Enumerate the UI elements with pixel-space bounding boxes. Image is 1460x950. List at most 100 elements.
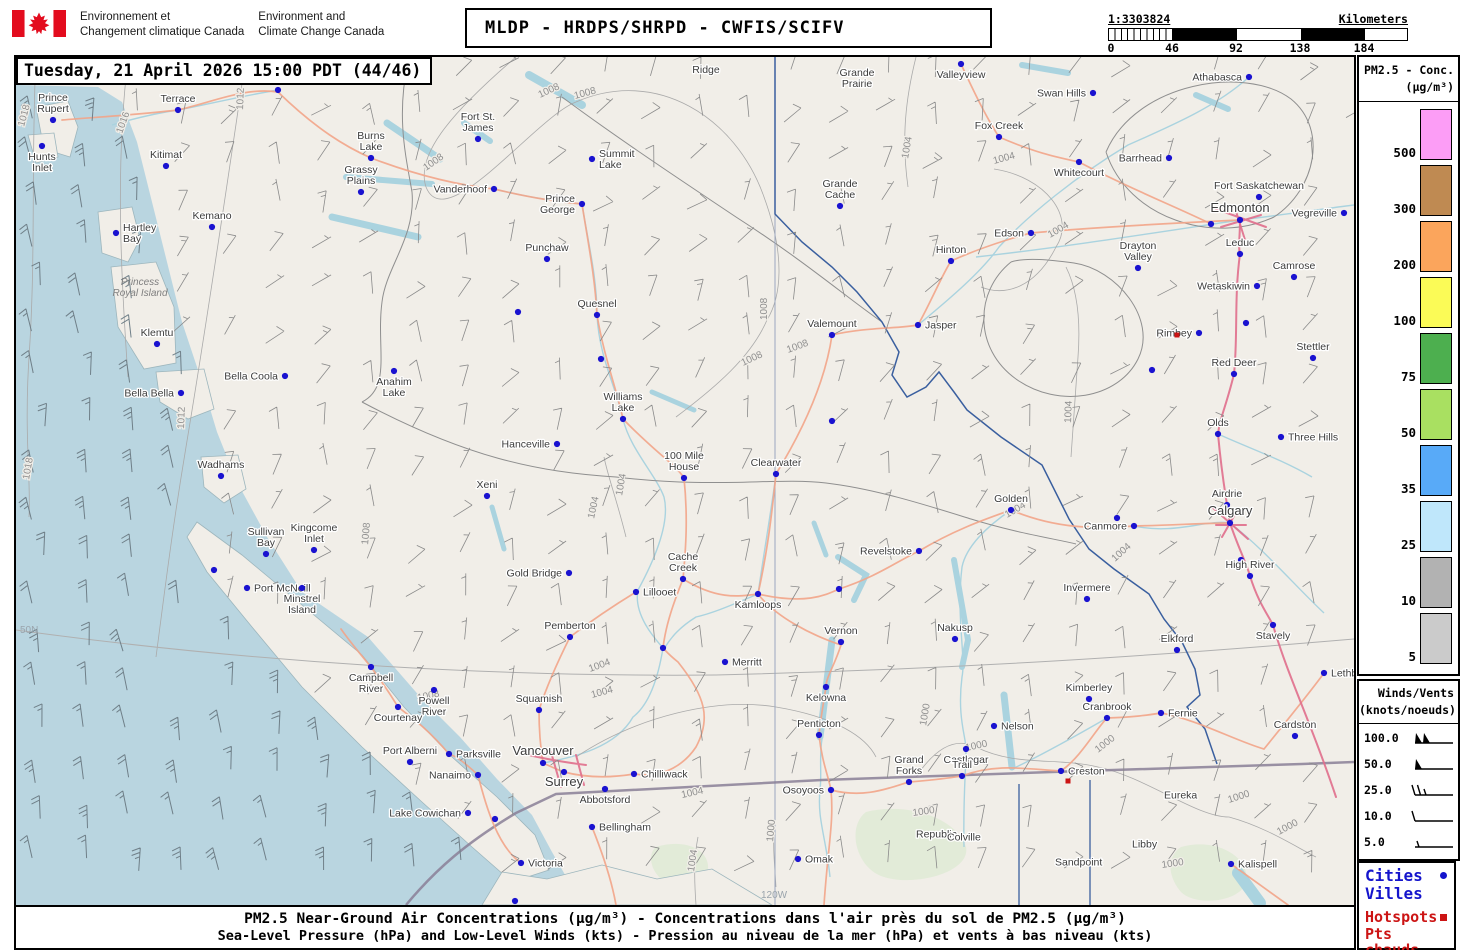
city-marker: [679, 575, 687, 583]
city-label: Bella Bella: [124, 388, 174, 400]
city-label: Chilliwack: [641, 769, 688, 781]
pm25-level-value: 75: [1400, 368, 1416, 384]
scale-unit: Kilometers: [1338, 12, 1408, 26]
pm25-color-swatch: [1420, 556, 1452, 608]
city-marker: [1134, 264, 1142, 272]
city-marker: [390, 367, 398, 375]
pm25-level-value: 5: [1408, 648, 1416, 664]
wind-speed-row: 10.0: [1359, 804, 1458, 828]
city-marker: [828, 331, 836, 339]
city-marker: [539, 759, 547, 767]
isobar-value: 1008: [360, 522, 373, 546]
city-label: Merritt: [732, 657, 762, 669]
city-marker: [445, 750, 453, 758]
city-label: Bellingham: [599, 822, 651, 834]
city-label: Athabasca: [1192, 72, 1242, 84]
city-label: Nanaimo: [429, 770, 471, 782]
city-label: Quesnel: [577, 298, 616, 310]
pm25-level-row: 500: [1359, 108, 1452, 160]
city-label: Punchaw: [525, 242, 569, 254]
city-label: Grande Prairie: [839, 67, 874, 90]
city-marker: [474, 135, 482, 143]
wind-barb-icon: [1415, 840, 1453, 848]
cities-label-en: Cities: [1365, 866, 1423, 885]
svg-text:50N: 50N: [20, 625, 38, 636]
city-marker: [566, 633, 574, 641]
city-marker: [1340, 209, 1348, 217]
city-marker: [298, 584, 306, 592]
wind-speed-row: 100.0: [1359, 726, 1458, 750]
city-marker: [243, 584, 251, 592]
city-label: Parksville: [456, 749, 501, 761]
city-marker: [1245, 73, 1253, 81]
pm25-color-swatch: [1420, 444, 1452, 496]
city-marker: [274, 86, 282, 94]
wind-speed-value: 10.0: [1364, 808, 1392, 823]
city-label: Fort Saskatchewan: [1214, 180, 1304, 192]
city-marker: [995, 133, 1003, 141]
map-canvas: 1016101210181012101810081008 100810041004…: [16, 57, 1354, 905]
city-label: Minstrel Island: [284, 593, 321, 616]
city-label: Kalispell: [1238, 859, 1277, 871]
hotspot-marker: [1065, 778, 1071, 784]
city-label: Vernon: [824, 625, 857, 637]
city-marker: [1230, 370, 1238, 378]
pm25-level-row: 100: [1359, 276, 1452, 328]
city-marker: [553, 440, 561, 448]
city-label: Osoyoos: [783, 785, 824, 797]
pm25-legend-title: PM2.5 - Conc. (µg/m³): [1359, 57, 1458, 102]
city-marker: [1269, 621, 1277, 629]
valid-datetime: Tuesday, 21 April 2026 15:00 PDT (44/46): [16, 57, 433, 85]
city-marker: [1214, 430, 1222, 438]
city-marker: [1007, 506, 1015, 514]
city-marker: [406, 758, 414, 766]
city-marker: [112, 229, 120, 237]
city-label: Invermere: [1063, 582, 1110, 594]
city-marker: [588, 155, 596, 163]
city-marker: [828, 417, 836, 425]
city-marker: [38, 142, 46, 150]
city-label: Sandpoint: [1055, 857, 1102, 869]
wind-barb-icon: [1415, 758, 1453, 770]
city-label: Eureka: [1164, 790, 1197, 802]
wind-speed-row: 25.0: [1359, 778, 1458, 802]
city-label: Vegreville: [1291, 208, 1337, 220]
city-label: Grande Cache: [822, 178, 857, 201]
pm25-color-swatch: [1420, 220, 1452, 272]
city-marker: [1148, 366, 1156, 374]
city-label: Burns Lake: [357, 130, 384, 153]
dept-name-en: Environment and Climate Change Canada: [258, 11, 385, 38]
city-marker: [1057, 767, 1065, 775]
city-label: Squamish: [516, 693, 563, 705]
caption-line1: PM2.5 Near-Ground Air Concentrations (µg…: [244, 911, 1126, 927]
city-marker: [1246, 572, 1254, 580]
city-marker: [1157, 709, 1165, 717]
city-marker: [1320, 669, 1328, 677]
scalebar-segments: [1108, 28, 1408, 41]
cities-label-fr: Villes: [1365, 883, 1423, 903]
city-label: Grand Forks: [894, 754, 923, 777]
city-marker: [588, 823, 596, 831]
eccc-logo: Environnement et Changement climatique C…: [12, 10, 384, 40]
pm25-level-value: 10: [1400, 592, 1416, 608]
city-marker: [1290, 273, 1298, 281]
city-label: Valemount: [807, 318, 857, 330]
city-label: Clearwater: [751, 457, 802, 469]
city-marker: [474, 771, 482, 779]
city-marker: [827, 786, 835, 794]
city-marker: [630, 770, 638, 778]
city-marker: [754, 590, 762, 598]
city-marker: [543, 255, 551, 263]
city-marker: [1027, 229, 1035, 237]
city-label: Vanderhoof: [433, 184, 487, 196]
city-marker: [281, 372, 289, 380]
city-marker: [822, 683, 830, 691]
pm25-level-value: 300: [1393, 200, 1416, 216]
winds-legend: Winds/Vents (knots/noeuds) 100.0 50.0 25.0…: [1357, 679, 1460, 861]
city-marker: [153, 340, 161, 348]
city-label: Kamloops: [735, 599, 782, 611]
wind-speed-row: 5.0: [1359, 830, 1458, 854]
city-marker: [837, 638, 845, 646]
city-marker: [601, 785, 609, 793]
svg-text:120W: 120W: [761, 890, 788, 901]
